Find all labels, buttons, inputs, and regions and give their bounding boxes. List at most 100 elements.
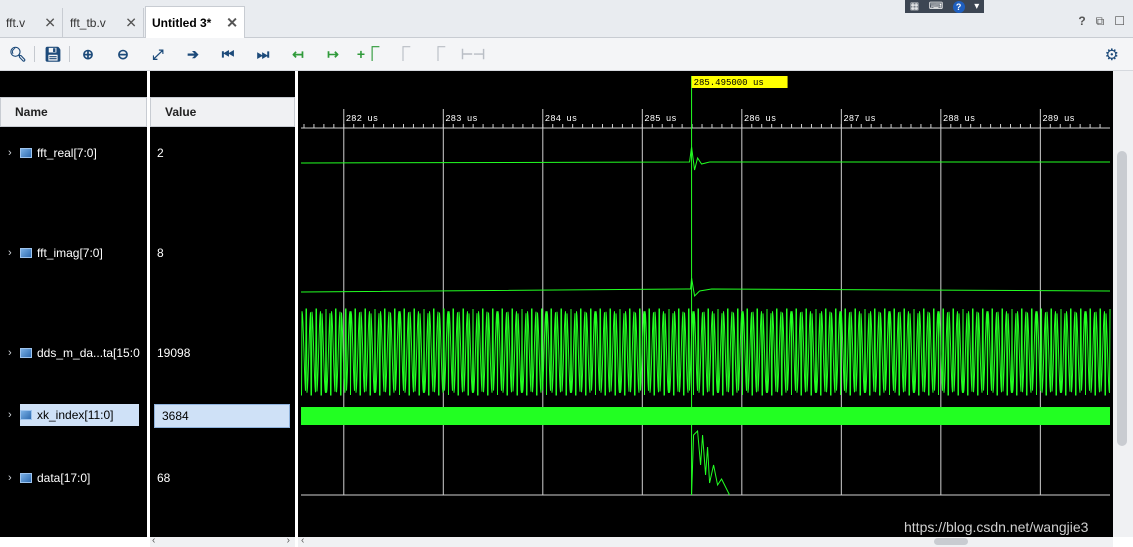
go-to-last-time-button[interactable]: ⏭ — [252, 44, 274, 64]
tick-label: 282 us — [346, 114, 378, 124]
waveform-canvas[interactable]: 282 us 283 us 284 us 285 us 286 us 287 us 288 … — [298, 71, 1113, 537]
add-marker-button[interactable]: +⎾ — [357, 44, 379, 64]
value-panel-scrollbar[interactable]: ‹ › — [150, 535, 295, 547]
grid-icon[interactable]: ▦ — [910, 1, 919, 12]
tick-label: 287 us — [843, 114, 875, 124]
tick-label: 284 us — [545, 114, 577, 124]
help-icon[interactable]: ? — [1078, 14, 1085, 29]
close-icon[interactable]: ✕ — [226, 15, 238, 32]
toolbar: 🔍︎ 💾︎ ⊕ ⊖ ⤢ ➔ ⏮ ⏭ ↤ ↦ +⎾ ⎾ ⎾ ⊢⊣ ⚙ — [0, 38, 1133, 71]
bus-icon — [20, 473, 32, 483]
bus-icon — [20, 348, 32, 358]
signal-waves — [300, 146, 1111, 496]
add-marker-icon: +⎾ — [356, 46, 380, 62]
tick-label: 286 us — [744, 114, 776, 124]
signal-value: 68 — [157, 471, 171, 485]
signal-row-xk-index[interactable]: › xk_index[11:0] — [0, 404, 147, 426]
signal-row-fft-imag[interactable]: › fft_imag[7:0] — [0, 242, 147, 264]
bus-icon — [20, 410, 32, 420]
time-ruler: 282 us 283 us 284 us 285 us 286 us 287 us 288 … — [301, 114, 1110, 129]
signal-name: data[17:0] — [37, 471, 91, 485]
close-icon[interactable]: ✕ — [44, 15, 56, 32]
go-to-time-0-icon: ⏮ — [221, 45, 235, 62]
zoom-in-icon: ⊕ — [82, 45, 94, 62]
gear-icon: ⚙ — [1104, 47, 1119, 64]
scroll-thumb[interactable] — [1117, 151, 1127, 446]
bus-icon — [20, 248, 32, 258]
watermark: https://blog.csdn.net/wangjie3 — [904, 519, 1089, 535]
previous-transition-button[interactable]: ↤ — [287, 44, 309, 64]
scroll-left-icon[interactable]: ‹ — [152, 535, 155, 546]
search-button[interactable]: 🔍︎ — [7, 44, 29, 64]
next-marker-button[interactable]: ⎾ — [427, 44, 449, 64]
signal-name: xk_index[11:0] — [37, 408, 114, 422]
chevron-right-icon[interactable]: › — [8, 247, 20, 259]
selected-highlight: xk_index[11:0] — [20, 404, 139, 426]
tab-label: fft.v — [6, 16, 26, 30]
chevron-right-icon[interactable]: › — [8, 347, 20, 359]
toolbar-separator — [69, 46, 70, 62]
zoom-fit-icon: ⤢ — [152, 45, 164, 62]
tick-label: 289 us — [1042, 114, 1074, 124]
signal-name: fft_imag[7:0] — [37, 246, 103, 260]
keyboard-icon[interactable]: ⌨ — [929, 1, 943, 12]
chevron-right-icon[interactable]: › — [8, 409, 20, 421]
swap-cursors-button[interactable]: ⊢⊣ — [460, 44, 486, 64]
scroll-left-icon[interactable]: ‹ — [301, 535, 304, 546]
tab-untitled-3[interactable]: Untitled 3* ✕ — [145, 6, 245, 39]
chevron-right-icon[interactable]: › — [8, 147, 20, 159]
wave-data — [691, 429, 731, 496]
search-icon: 🔍︎ — [9, 45, 27, 62]
tab-label: Untitled 3* — [152, 16, 212, 30]
vertical-scrollbar[interactable] — [1113, 71, 1133, 537]
restore-icon[interactable]: ⧉ — [1096, 14, 1105, 29]
next-marker-icon: ⎾ — [431, 46, 445, 62]
save-icon: 💾︎ — [44, 45, 62, 62]
value-panel: Value 2 8 19098 3684 68 — [150, 71, 295, 537]
previous-marker-button[interactable]: ⎾ — [392, 44, 414, 64]
save-button[interactable]: 💾︎ — [42, 44, 64, 64]
tab-fft-tb-v[interactable]: fft_tb.v ✕ — [64, 8, 144, 38]
wave-fft-imag — [300, 277, 1111, 298]
value-column-header[interactable]: Value — [150, 97, 295, 127]
help-icon[interactable]: ? — [952, 0, 965, 13]
window-controls: ? ⧉ ☐ — [1078, 14, 1125, 29]
tab-fft-v[interactable]: fft.v ✕ — [0, 8, 63, 38]
tab-bar: fft.v ✕ fft_tb.v ✕ Untitled 3* ✕ ▦ ⌨ ? ▾… — [0, 0, 1133, 39]
settings-button[interactable]: ⚙ — [1105, 45, 1119, 65]
wave-fft-real — [300, 146, 1110, 171]
go-to-time-0-button[interactable]: ⏮ — [217, 44, 239, 64]
scroll-thumb[interactable] — [934, 538, 968, 545]
zoom-in-button[interactable]: ⊕ — [77, 44, 99, 64]
zoom-fit-button[interactable]: ⤢ — [147, 44, 169, 64]
go-to-cursor-button[interactable]: ➔ — [182, 44, 204, 64]
name-column-header[interactable]: Name — [0, 97, 147, 127]
zoom-out-button[interactable]: ⊖ — [112, 44, 134, 64]
signal-row-data[interactable]: › data[17:0] — [0, 467, 147, 489]
signal-row-fft-real[interactable]: › fft_real[7:0] — [0, 142, 147, 164]
signal-row-dds-m-data[interactable]: › dds_m_da...ta[15:0 — [0, 342, 147, 364]
wave-xk-index — [301, 407, 1110, 425]
signal-value: 2 — [157, 146, 164, 160]
signal-name: fft_real[7:0] — [37, 146, 97, 160]
next-transition-button[interactable]: ↦ — [322, 44, 344, 64]
signal-value: 8 — [157, 246, 164, 260]
chevron-right-icon[interactable]: › — [8, 472, 20, 484]
name-panel: Name › fft_real[7:0] › fft_imag[7:0] › d… — [0, 71, 147, 537]
signal-name: dds_m_da...ta[15:0 — [37, 346, 140, 360]
cursor[interactable]: 285.495000 us — [691, 76, 788, 495]
tick-label: 288 us — [943, 114, 975, 124]
maximize-icon[interactable]: ☐ — [1114, 14, 1125, 29]
swap-cursors-icon: ⊢⊣ — [460, 45, 486, 62]
scroll-right-icon[interactable]: › — [287, 535, 290, 546]
horizontal-scrollbar[interactable]: ‹ — [298, 535, 1113, 547]
waveform-panel[interactable]: 282 us 283 us 284 us 285 us 286 us 287 us 288 … — [298, 71, 1113, 537]
zoom-out-icon: ⊖ — [117, 45, 129, 62]
wave-dds-m-data — [301, 308, 1111, 396]
dropdown-icon[interactable]: ▾ — [974, 1, 979, 12]
next-transition-icon: ↦ — [327, 45, 339, 62]
tick-label: 283 us — [445, 114, 477, 124]
signal-value: 19098 — [157, 346, 191, 360]
close-icon[interactable]: ✕ — [125, 15, 137, 32]
time-grid — [301, 109, 1110, 496]
